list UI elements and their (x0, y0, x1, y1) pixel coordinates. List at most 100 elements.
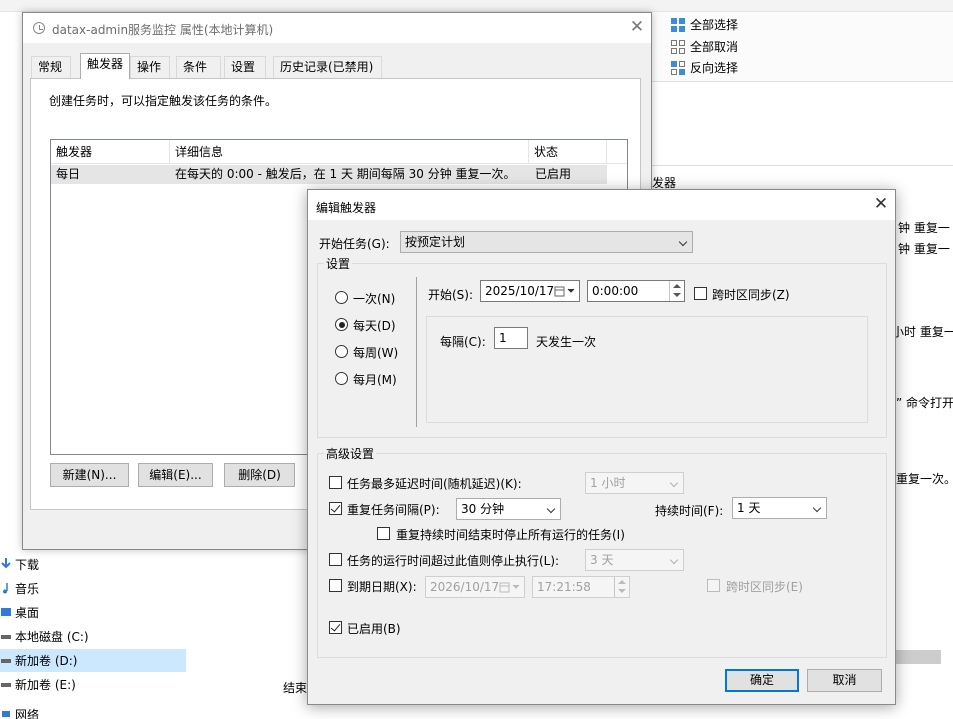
tab-general[interactable]: 常规 (31, 56, 71, 78)
bg-repeat-fragment-1: 钟 重复一 (898, 221, 950, 235)
delay-checkbox[interactable] (329, 476, 342, 489)
chevron-down-icon (669, 555, 679, 565)
delay-label: 任务最多延迟时间(随机延迟)(K): (347, 477, 522, 491)
duration-select[interactable]: 1 天 (732, 497, 827, 519)
select-all-label: 全部选择 (690, 18, 739, 32)
delay-value: 1 小时 (590, 476, 626, 490)
bg-horizontal-scrollbar[interactable] (896, 650, 941, 664)
bg-repeat-once-fragment: 重复一次。 (896, 472, 953, 486)
dialog-close-button[interactable]: ✕ (871, 195, 891, 215)
properties-close-button[interactable]: ✕ (627, 18, 647, 38)
sidebar-item-drive-d[interactable]: 新加卷 (D:) (0, 649, 186, 672)
radio-weekly[interactable] (335, 345, 348, 358)
sidebar-item-drive-c[interactable]: 本地磁盘 (C:) (0, 625, 186, 648)
triggers-description: 创建任务时，可以指定触发该任务的条件。 (49, 94, 278, 108)
expire-date-value: 2026/10/17 (430, 580, 500, 594)
stop-at-end-checkbox[interactable] (377, 527, 390, 540)
calendar-dropdown-icon[interactable] (497, 577, 520, 597)
enabled-checkbox[interactable] (329, 621, 342, 634)
stop-at-end-label: 重复持续时间结束时停止所有运行的任务(I) (396, 528, 625, 542)
properties-title-bar: datax-admin服务监控 属性(本地计算机) ✕ (23, 13, 651, 43)
advanced-settings-label: 高级设置 (324, 445, 377, 462)
drive-icon (1, 630, 11, 642)
expire-time-picker[interactable]: 17:21:58 (532, 576, 630, 598)
repeat-interval-checkbox[interactable] (329, 502, 342, 515)
ok-button[interactable]: 确定 (725, 669, 799, 692)
expire-date-picker[interactable]: 2026/10/17 (425, 576, 525, 598)
start-time-spinner-icon[interactable] (669, 281, 683, 301)
repeat-interval-select[interactable]: 30 分钟 (456, 498, 561, 520)
invert-selection-button[interactable]: 反向选择 (670, 59, 738, 76)
start-label: 开始(S): (428, 288, 474, 302)
radio-monthly[interactable] (335, 372, 348, 385)
duration-label: 持续时间(F): (655, 504, 724, 518)
tab-triggers[interactable]: 触发器 (80, 53, 130, 79)
row-status-cell: 已启用 (535, 167, 572, 181)
expire-checkbox[interactable] (329, 579, 342, 592)
select-none-button[interactable]: 全部取消 (670, 38, 738, 55)
chevron-down-icon (669, 478, 679, 488)
drive-icon (1, 654, 11, 666)
triggers-list-header: 触发器 详细信息 状态 (51, 140, 627, 164)
background-command-pane: ” 命令打开 (896, 380, 953, 442)
stop-if-longer-label: 任务的运行时间超过此值则停止执行(L): (347, 554, 560, 568)
sidebar-label: 下载 (15, 558, 40, 572)
ribbon-select-group: 全部选择 全部取消 反向选择 (652, 12, 953, 82)
radio-once-label: 一次(N) (353, 292, 396, 306)
settings-group-label: 设置 (324, 255, 353, 272)
start-time-value: 0:00:00 (592, 284, 639, 298)
delay-select[interactable]: 1 小时 (585, 472, 684, 494)
table-row[interactable]: 每日 在每天的 0:00 - 触发后，在 1 天 期间每隔 30 分钟 重复一次… (51, 165, 607, 184)
sync-timezone-checkbox[interactable] (694, 287, 707, 300)
stop-if-longer-checkbox[interactable] (329, 553, 342, 566)
radio-weekly-label: 每周(W) (353, 346, 399, 360)
select-none-label: 全部取消 (690, 40, 739, 54)
desktop-icon (1, 606, 11, 618)
sidebar-item-music[interactable]: 音乐 (0, 577, 186, 600)
network-icon (1, 707, 11, 719)
recurrence-box (426, 316, 868, 423)
select-all-button[interactable]: 全部选择 (670, 16, 738, 33)
tab-settings[interactable]: 设置 (224, 56, 266, 78)
sidebar-label: 新加卷 (E:) (15, 678, 76, 692)
sidebar-label: 桌面 (15, 606, 40, 620)
column-header-status[interactable]: 状态 (529, 140, 607, 164)
sidebar-item-desktop[interactable]: 桌面 (0, 601, 186, 624)
tab-conditions[interactable]: 条件 (176, 56, 221, 78)
sidebar-item-downloads[interactable]: 下载 (0, 553, 186, 576)
column-header-trigger[interactable]: 触发器 (51, 140, 170, 164)
repeat-interval-label: 重复任务间隔(P): (347, 503, 440, 517)
chevron-down-icon (678, 237, 688, 247)
expire-time-spinner-icon[interactable] (614, 577, 628, 597)
radio-daily[interactable] (335, 318, 348, 331)
new-trigger-button[interactable]: 新建(N)... (50, 463, 129, 487)
sidebar-item-drive-e[interactable]: 新加卷 (E:) (0, 673, 186, 696)
start-date-picker[interactable]: 2025/10/17 (480, 280, 580, 302)
properties-title: datax-admin服务监控 属性(本地计算机) (52, 23, 274, 37)
stop-if-longer-value: 3 天 (590, 553, 614, 567)
start-date-value: 2025/10/17 (485, 284, 555, 298)
chevron-down-icon (546, 504, 556, 514)
row-trigger-cell: 每日 (56, 167, 81, 181)
expire-sync-checkbox[interactable] (707, 579, 720, 592)
tab-history[interactable]: 历史记录(已禁用) (273, 56, 382, 78)
calendar-dropdown-icon[interactable] (552, 281, 575, 301)
recur-every-input[interactable]: 1 (494, 327, 528, 349)
enabled-label: 已启用(B) (347, 622, 401, 636)
sidebar-item-network[interactable]: 网络 (0, 702, 186, 719)
edit-trigger-button[interactable]: 编辑(E)... (138, 463, 213, 487)
recur-every-label: 每隔(C): (440, 335, 486, 349)
begin-task-select[interactable]: 按预定计划 (400, 231, 693, 253)
delete-trigger-button[interactable]: 删除(D) (224, 463, 295, 487)
expire-label: 到期日期(X): (347, 580, 417, 594)
start-time-picker[interactable]: 0:00:00 (587, 280, 685, 302)
column-header-details[interactable]: 详细信息 (170, 140, 529, 164)
tab-actions[interactable]: 操作 (130, 56, 170, 78)
radio-once[interactable] (335, 291, 348, 304)
bg-repeat-fragment-3: 小时 重复一 (892, 325, 953, 339)
radio-daily-label: 每天(D) (353, 319, 396, 333)
drive-icon (1, 678, 11, 690)
cancel-button[interactable]: 取消 (807, 669, 882, 692)
stop-if-longer-select[interactable]: 3 天 (585, 549, 684, 571)
edit-trigger-title: 编辑触发器 (316, 201, 377, 215)
